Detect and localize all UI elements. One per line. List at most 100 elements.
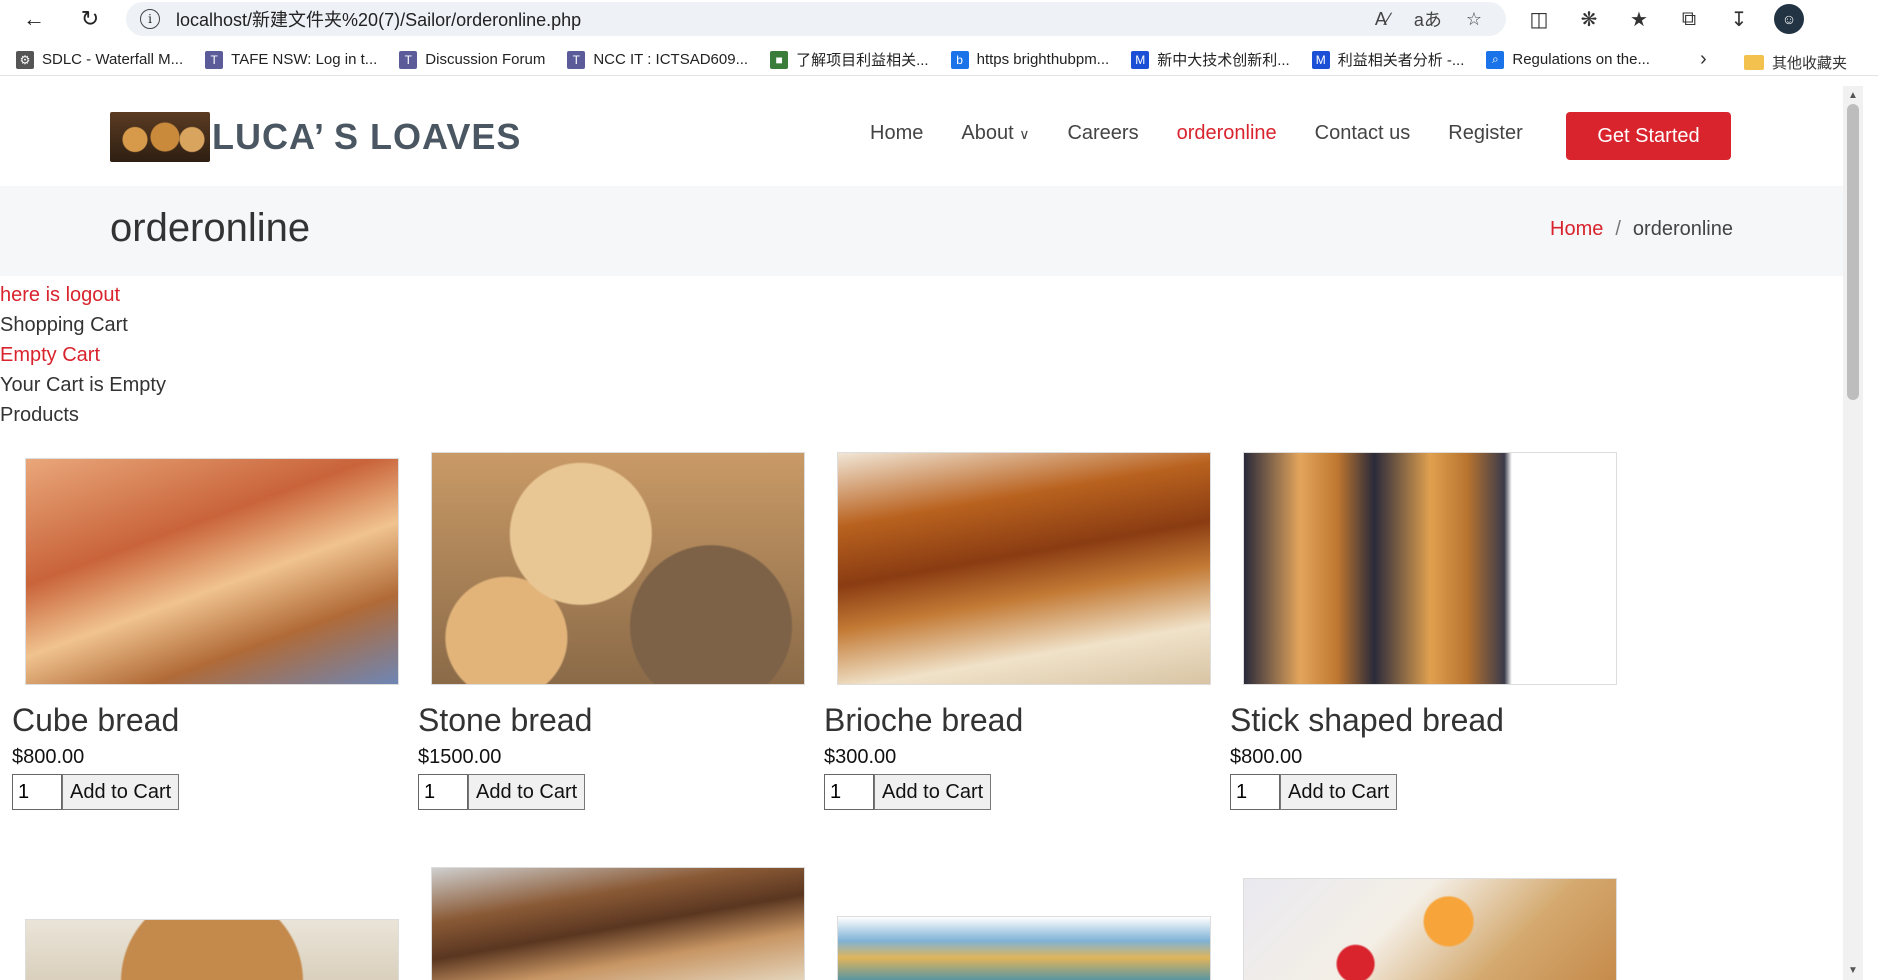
quantity-input[interactable] — [12, 774, 62, 810]
breadcrumb-separator: / — [1615, 218, 1621, 240]
pmi-icon: ■ — [770, 50, 789, 69]
product-name: Stick shaped bread — [1230, 702, 1504, 738]
logo-bread-image[interactable] — [110, 112, 210, 162]
quantity-input[interactable] — [418, 774, 468, 810]
browser-toolbar: ← ↻ i localhost/新建文件夹%20(7)/Sailor/order… — [0, 0, 1878, 38]
quantity-input[interactable] — [824, 774, 874, 810]
chevron-down-icon: ∨ — [1019, 126, 1030, 142]
bookmarks-bar: ⚙ SDLC - Waterfall M... T TAFE NSW: Log in … — [0, 44, 1878, 76]
bookmark-item[interactable]: T Discussion Forum — [399, 50, 546, 69]
nav-orderonline[interactable]: orderonline — [1177, 122, 1277, 145]
bookmark-label: https brighthubpm... — [976, 51, 1110, 68]
favorite-star-icon[interactable]: ☆ — [1466, 9, 1482, 30]
page-viewport: LUCA’ S LOAVES Home About ∨ Careers orde… — [0, 86, 1843, 980]
back-icon[interactable]: ← — [16, 1, 52, 37]
nav-about[interactable]: About ∨ — [961, 122, 1029, 145]
logout-link[interactable]: here is logout — [0, 280, 166, 310]
collections-icon[interactable]: ⧉ — [1674, 4, 1704, 34]
bookmark-label: 利益相关者分析 -... — [1337, 52, 1465, 69]
browser-tools: ◫ ❋ ★ ⧉ ↧ ☺ — [1524, 4, 1804, 34]
add-to-cart-button[interactable]: Add to Cart — [874, 774, 992, 810]
empty-cart-link[interactable]: Empty Cart — [0, 340, 166, 370]
product-image — [431, 867, 805, 980]
bookmark-item[interactable]: T NCC IT : ICTSAD609... — [567, 50, 749, 69]
bookmark-item[interactable]: ■ 了解项目利益相关... — [770, 49, 929, 70]
breadcrumb-current: orderonline — [1632, 218, 1733, 240]
product-name: Stone bread — [418, 702, 593, 738]
extensions-icon[interactable]: ❋ — [1574, 4, 1604, 34]
gear-icon: ⚙ — [16, 50, 34, 69]
bookmark-label: Discussion Forum — [425, 51, 546, 68]
nav-careers[interactable]: Careers — [1067, 122, 1138, 145]
other-bookmarks-folder[interactable]: 其他收藏夹 — [1744, 52, 1847, 73]
page-scrollbar[interactable]: ▲ ▼ — [1843, 86, 1863, 980]
scrollbar-thumb[interactable] — [1847, 104, 1859, 400]
profile-avatar[interactable]: ☺ — [1774, 4, 1804, 34]
bookmark-item[interactable]: ⌕ Regulations on the... — [1486, 50, 1650, 69]
quantity-input[interactable] — [1230, 774, 1280, 810]
product-image-cube-bread — [25, 458, 399, 685]
bookmark-label: Regulations on the... — [1512, 51, 1650, 68]
breadcrumb: Home / orderonline — [1550, 218, 1733, 241]
bookmark-label: 新中大技术创新利... — [1157, 52, 1290, 69]
bing-icon: b — [950, 50, 969, 69]
M-icon: M — [1131, 50, 1150, 69]
favorites-icon[interactable]: ★ — [1624, 4, 1654, 34]
T-icon: T — [399, 50, 418, 69]
read-aloud-icon[interactable]: A∕ — [1375, 9, 1390, 30]
product-image — [25, 919, 399, 980]
downloads-icon[interactable]: ↧ — [1724, 4, 1754, 34]
nav-home[interactable]: Home — [870, 122, 923, 145]
site-header: LUCA’ S LOAVES Home About ∨ Careers orde… — [0, 86, 1843, 186]
scroll-up-icon[interactable]: ▲ — [1848, 90, 1858, 101]
refresh-icon[interactable]: ↻ — [72, 1, 108, 37]
other-bookmarks-label: 其他收藏夹 — [1772, 55, 1848, 72]
cart-status: Your Cart is Empty — [0, 374, 166, 396]
page-title-bar: orderonline Home / orderonline — [0, 186, 1843, 276]
add-to-cart-button[interactable]: Add to Cart — [1280, 774, 1398, 810]
cart-section: here is logout Shopping Cart Empty Cart … — [0, 280, 166, 430]
add-to-cart-button[interactable]: Add to Cart — [468, 774, 586, 810]
bookmark-label: SDLC - Waterfall M... — [42, 51, 184, 68]
bookmark-item[interactable]: ⚙ SDLC - Waterfall M... — [16, 50, 184, 69]
product-image-stone-bread — [431, 452, 805, 685]
bookmark-label: TAFE NSW: Log in t... — [231, 51, 378, 68]
nav-about-label: About — [961, 122, 1014, 144]
bookmark-label: NCC IT : ICTSAD609... — [593, 51, 749, 68]
site-logo-text[interactable]: LUCA’ S LOAVES — [212, 116, 521, 158]
scroll-down-icon[interactable]: ▼ — [1848, 965, 1858, 976]
nav-contact[interactable]: Contact us — [1315, 122, 1411, 145]
product-price: $1500.00 — [418, 746, 502, 768]
split-screen-icon[interactable]: ◫ — [1524, 4, 1554, 34]
M-icon: M — [1311, 50, 1330, 69]
translate-icon[interactable]: aあ — [1414, 6, 1442, 32]
shopping-cart-heading: Shopping Cart — [0, 314, 128, 336]
page-title: orderonline — [110, 206, 311, 250]
product-image-stick-shaped-bread — [1243, 452, 1617, 685]
product-name: Brioche bread — [824, 702, 1024, 738]
T-icon: T — [567, 50, 586, 69]
bookmark-item[interactable]: M 利益相关者分析 -... — [1311, 49, 1465, 70]
address-bar[interactable]: i localhost/新建文件夹%20(7)/Sailor/orderonli… — [126, 2, 1506, 36]
more-bookmarks-chevron-icon[interactable]: › — [1700, 48, 1707, 71]
bookmark-item[interactable]: T TAFE NSW: Log in t... — [205, 50, 378, 69]
breadcrumb-home[interactable]: Home — [1550, 218, 1603, 240]
bookmark-item[interactable]: b https brighthubpm... — [950, 50, 1110, 69]
products-heading: Products — [0, 404, 79, 426]
bookmark-label: 了解项目利益相关... — [796, 52, 929, 69]
product-image — [1243, 878, 1617, 980]
folder-icon — [1744, 55, 1764, 70]
search-icon: ⌕ — [1486, 50, 1505, 69]
product-price: $800.00 — [12, 746, 85, 768]
get-started-button[interactable]: Get Started — [1566, 112, 1731, 160]
nav-register[interactable]: Register — [1448, 122, 1522, 145]
info-icon[interactable]: i — [140, 9, 160, 29]
product-price: $300.00 — [824, 746, 897, 768]
address-url[interactable]: localhost/新建文件夹%20(7)/Sailor/orderonline… — [176, 6, 1375, 32]
bookmark-item[interactable]: M 新中大技术创新利... — [1131, 49, 1290, 70]
product-price: $800.00 — [1230, 746, 1303, 768]
main-nav: Home About ∨ Careers orderonline Contact… — [870, 122, 1523, 145]
add-to-cart-button[interactable]: Add to Cart — [62, 774, 180, 810]
product-image — [837, 916, 1211, 980]
product-image-brioche-bread — [837, 452, 1211, 685]
